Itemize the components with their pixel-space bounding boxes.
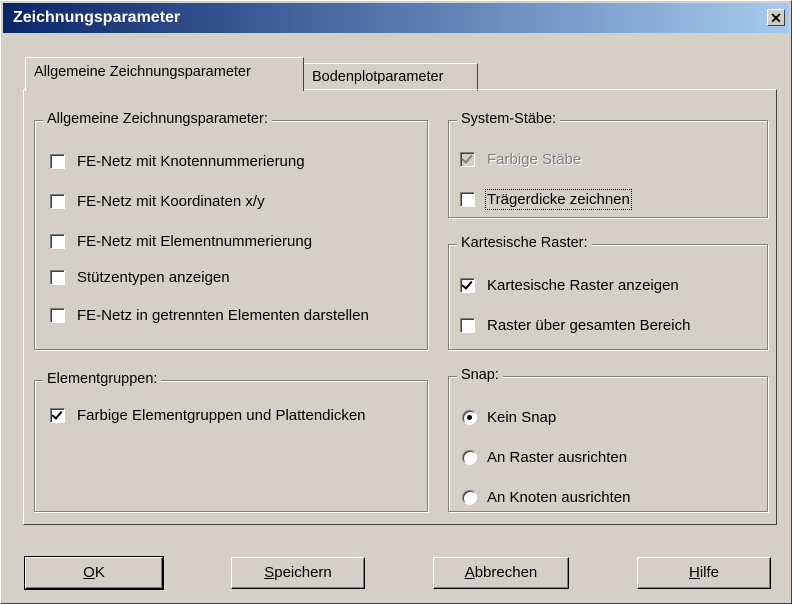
checkbox-label: Kartesische Raster anzeigen xyxy=(487,276,679,294)
help-button[interactable]: Hilfe xyxy=(637,557,771,589)
checkbox-koordinaten[interactable]: FE-Netz mit Koordinaten x/y xyxy=(50,191,265,211)
checkbox-farbige-staebe[interactable]: Farbige Stäbe xyxy=(460,149,581,169)
tab-panel: Allgemeine Zeichnungsparameter: FE-Netz … xyxy=(23,89,777,525)
group-title-cartesian-raster: Kartesische Raster: xyxy=(457,235,592,251)
button-label: ilfe xyxy=(699,564,720,581)
radio-an-knoten[interactable]: An Knoten ausrichten xyxy=(462,487,630,507)
button-label: K xyxy=(94,564,105,581)
checkbox-label: Farbige Elementgruppen und Plattendicken xyxy=(77,406,366,424)
ok-button[interactable]: OK xyxy=(24,556,164,590)
checkbox-box[interactable] xyxy=(50,407,65,423)
cancel-button[interactable]: Abbrechen xyxy=(433,557,569,589)
checkbox-box[interactable] xyxy=(460,191,475,207)
button-accel: O xyxy=(83,564,95,581)
group-title-element-groups: Elementgruppen: xyxy=(43,371,162,387)
tab-allgemeine-zeichnungsparameter[interactable]: Allgemeine Zeichnungsparameter xyxy=(25,57,304,91)
group-element-groups: Elementgruppen: Farbige Elementgruppen u… xyxy=(34,371,428,512)
button-accel: H xyxy=(688,564,700,581)
checkbox-box[interactable] xyxy=(460,151,475,167)
close-button[interactable]: ✕ xyxy=(767,9,785,26)
group-system-bars: System-Stäbe: Farbige Stäbe Trägerdicke … xyxy=(448,111,768,218)
group-general: Allgemeine Zeichnungsparameter: FE-Netz … xyxy=(34,111,428,350)
tab-bodenplotparameter[interactable]: Bodenplotparameter xyxy=(303,63,478,91)
window-title: Zeichnungsparameter xyxy=(13,9,181,26)
checkbox-box[interactable] xyxy=(50,193,65,209)
tab-label: Allgemeine Zeichnungsparameter xyxy=(34,64,251,80)
checkbox-raster-gesamter-bereich[interactable]: Raster über gesamten Bereich xyxy=(460,315,690,335)
checkbox-box[interactable] xyxy=(50,233,65,249)
checkbox-box[interactable] xyxy=(50,269,65,285)
radio-label: Kein Snap xyxy=(487,408,557,426)
save-button[interactable]: Speichern xyxy=(231,557,365,589)
checkbox-farbige-elementgruppen[interactable]: Farbige Elementgruppen und Plattendicken xyxy=(50,405,366,425)
checkbox-knotennummerierung[interactable]: FE-Netz mit Knotennummerierung xyxy=(50,151,305,171)
checkbox-label: FE-Netz mit Elementnummerierung xyxy=(77,232,313,250)
checkbox-label: Stützentypen anzeigen xyxy=(77,268,230,286)
checkbox-box[interactable] xyxy=(50,153,65,169)
radio-kein-snap[interactable]: Kein Snap xyxy=(462,407,556,427)
button-label: bbrechen xyxy=(474,564,538,581)
group-title-snap: Snap: xyxy=(457,367,503,383)
tab-label: Bodenplotparameter xyxy=(312,69,444,85)
radio-label: An Knoten ausrichten xyxy=(487,488,631,506)
radio-label: An Raster ausrichten xyxy=(487,448,628,466)
close-icon: ✕ xyxy=(770,10,782,26)
button-accel: S xyxy=(264,564,275,581)
button-label: peichern xyxy=(274,564,332,581)
checkbox-label: FE-Netz mit Koordinaten x/y xyxy=(77,192,265,210)
radio-an-raster[interactable]: An Raster ausrichten xyxy=(462,447,627,467)
group-snap: Snap: Kein Snap An Raster ausrichten An … xyxy=(448,367,768,512)
checkbox-getrennte-elemente[interactable]: FE-Netz in getrennten Elementen darstell… xyxy=(50,305,369,325)
radio-circle[interactable] xyxy=(462,489,477,505)
group-title-system-bars: System-Stäbe: xyxy=(457,111,561,127)
checkbox-label: Farbige Stäbe xyxy=(487,150,582,168)
checkbox-stuetzentypen[interactable]: Stützentypen anzeigen xyxy=(50,267,230,287)
checkbox-traegerdicke[interactable]: Trägerdicke zeichnen xyxy=(460,188,632,210)
checkbox-label: Raster über gesamten Bereich xyxy=(487,316,691,334)
title-bar[interactable]: Zeichnungsparameter ✕ xyxy=(3,3,789,33)
group-cartesian-raster: Kartesische Raster: Kartesische Raster a… xyxy=(448,235,768,350)
checkbox-elementnummerierung[interactable]: FE-Netz mit Elementnummerierung xyxy=(50,231,312,251)
radio-circle[interactable] xyxy=(462,409,477,425)
checkbox-label: FE-Netz in getrennten Elementen darstell… xyxy=(77,306,369,324)
button-accel: A xyxy=(464,564,475,581)
radio-circle[interactable] xyxy=(462,449,477,465)
checkbox-box[interactable] xyxy=(460,317,475,333)
checkbox-box[interactable] xyxy=(50,307,65,323)
group-title-general: Allgemeine Zeichnungsparameter: xyxy=(43,111,272,127)
dialog-window: Zeichnungsparameter ✕ Allgemeine Zeichnu… xyxy=(0,0,792,604)
checkbox-label: Trägerdicke zeichnen xyxy=(485,188,632,210)
checkbox-raster-anzeigen[interactable]: Kartesische Raster anzeigen xyxy=(460,275,679,295)
checkbox-label: FE-Netz mit Knotennummerierung xyxy=(77,152,305,170)
checkbox-box[interactable] xyxy=(460,277,475,293)
